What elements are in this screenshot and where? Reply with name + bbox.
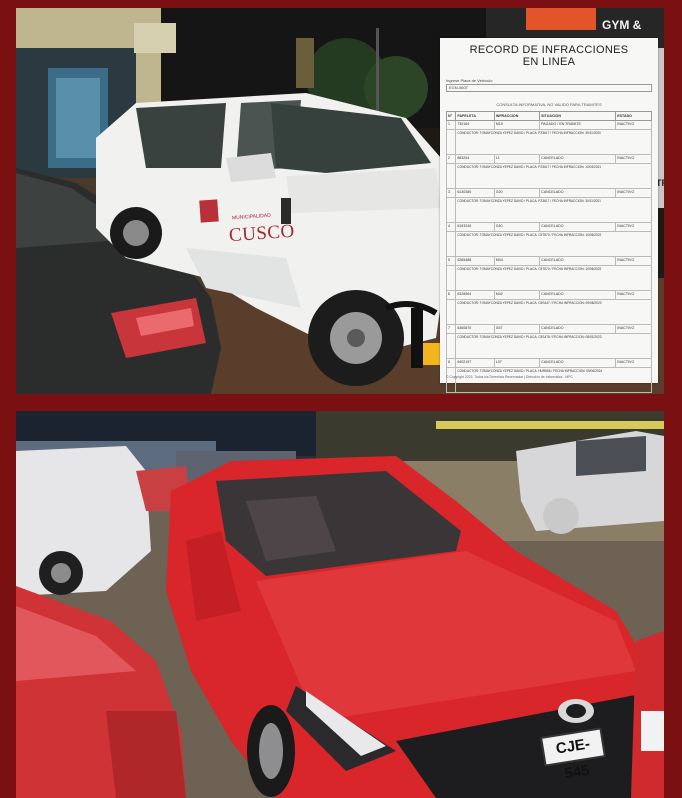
cell-blank	[445, 333, 457, 359]
cell-blank	[445, 197, 457, 223]
doc-title-line1: RECORD DE INFRACCIONES	[469, 44, 629, 56]
table-row: 2 883254 L1 CANCELADO INACTIVO	[445, 154, 652, 164]
cell-n: 1	[445, 120, 457, 130]
cell-blank	[445, 129, 457, 155]
table-row-detail: CONDUCTOR: TOMAYCONZA YEPEZ DAVID / PLAC…	[445, 299, 652, 325]
cell-situacion: CANCELADO	[539, 154, 617, 164]
cell-blank	[445, 265, 457, 291]
table-row: 8 6402197 L07 CANCELADO INACTIVO	[445, 358, 652, 368]
cell-estado: INACTIVO	[615, 188, 652, 198]
doc-plate-query: EGN-060T	[446, 84, 652, 92]
table-row: 7 6360870 G57 CANCELADO INACTIVO	[445, 324, 652, 334]
cell-n: 5	[445, 256, 457, 266]
cell-detail: CONDUCTOR: TOMAYCONZA YEPEZ DAVID / PLAC…	[455, 265, 652, 291]
cell-situacion: PAGADO / EN TRAMITE	[539, 120, 617, 130]
cell-infraccion: L07	[493, 358, 541, 368]
top-photo: GYM & TRA MUNICIPALIDAD CUSCO RECORD DE …	[16, 8, 664, 394]
col-infraccion: INFRACCION	[493, 111, 541, 121]
cell-situacion: CANCELADO	[539, 324, 617, 334]
cell-estado: INACTIVO	[615, 154, 652, 164]
cell-infraccion: G57	[493, 324, 541, 334]
cell-blank	[445, 367, 457, 393]
cell-estado: INACTIVO	[615, 120, 652, 130]
table-row-detail: CONDUCTOR: TOMAYCONZA YEPEZ DAVID / PLAC…	[445, 197, 652, 223]
cell-estado: INACTIVO	[615, 256, 652, 266]
doc-title-line2: EN LINEA	[522, 56, 576, 68]
infraction-record-document: RECORD DE INFRACCIONES EN LINEA Ingrese …	[440, 38, 658, 393]
doc-search: Ingrese Placa de Vehículo EGN-060T	[446, 78, 652, 92]
col-estado: ESTADO	[615, 111, 652, 121]
cell-papeleta: 6265488	[455, 256, 495, 266]
cell-n: 4	[445, 222, 457, 232]
doc-note: CONSULTA INFORMATIVA, NO VALIDO PARA TRA…	[496, 102, 602, 107]
cell-situacion: CANCELADO	[539, 256, 617, 266]
cell-papeleta: 730164	[455, 120, 495, 130]
cell-n: 2	[445, 154, 457, 164]
table-row-detail: CONDUCTOR: TOMAYCONZA YEPEZ DAVID / PLAC…	[445, 231, 652, 257]
doc-search-label: Ingrese Placa de Vehículo	[446, 78, 493, 83]
cell-papeleta: 6360870	[455, 324, 495, 334]
cell-infraccion: M19	[493, 120, 541, 130]
cell-papeleta: 6328564	[455, 290, 495, 300]
gym-sign-text: GYM &	[602, 18, 642, 32]
cell-detail: CONDUCTOR: TOMAYCONZA YEPEZ DAVID / PLAC…	[455, 129, 652, 155]
col-n: N°	[445, 111, 457, 121]
cell-estado: INACTIVO	[615, 358, 652, 368]
doc-title: RECORD DE INFRACCIONES EN LINEA	[440, 44, 658, 68]
cell-detail: CONDUCTOR: TOMAYCONZA YEPEZ DAVID / PLAC…	[455, 231, 652, 257]
cell-situacion: CANCELADO	[539, 188, 617, 198]
cell-infraccion: M42	[493, 290, 541, 300]
table-row: 1 730164 M19 PAGADO / EN TRAMITE INACTIVO	[445, 120, 652, 130]
table-header-row: N° PAPELETA INFRACCION SITUACION ESTADO	[445, 111, 652, 121]
col-situacion: SITUACION	[539, 111, 617, 121]
truck-logo-text: CUSCO	[228, 220, 296, 247]
col-papeleta: PAPELETA	[455, 111, 495, 121]
cell-n: 8	[445, 358, 457, 368]
cell-papeleta: 6193240	[455, 222, 495, 232]
cell-detail: CONDUCTOR: TOMAYCONZA YEPEZ DAVID / PLAC…	[455, 333, 652, 359]
infraction-table: N° PAPELETA INFRACCION SITUACION ESTADO …	[445, 111, 652, 393]
table-row-detail: CONDUCTOR: TOMAYCONZA YEPEZ DAVID / PLAC…	[445, 265, 652, 291]
table-row: 6 6328564 M42 CANCELADO INACTIVO	[445, 290, 652, 300]
cell-n: 7	[445, 324, 457, 334]
cell-infraccion: M04	[493, 256, 541, 266]
cell-detail: CONDUCTOR: TOMAYCONZA YEPEZ DAVID / PLAC…	[455, 367, 652, 393]
cell-detail: CONDUCTOR: TOMAYCONZA YEPEZ DAVID / PLAC…	[455, 197, 652, 223]
cell-infraccion: G40	[493, 222, 541, 232]
table-row: 5 6265488 M04 CANCELADO INACTIVO	[445, 256, 652, 266]
cell-infraccion: L1	[493, 154, 541, 164]
doc-footer: © Copyright 2023. Todos los Derechos Res…	[446, 375, 573, 379]
cell-papeleta: 6402197	[455, 358, 495, 368]
table-row-detail: CONDUCTOR: TOMAYCONZA YEPEZ DAVID / PLAC…	[445, 129, 652, 155]
cell-papeleta: 883254	[455, 154, 495, 164]
cell-estado: INACTIVO	[615, 290, 652, 300]
table-row-detail: CONDUCTOR: TOMAYCONZA YEPEZ DAVID / PLAC…	[445, 333, 652, 359]
cell-situacion: CANCELADO	[539, 358, 617, 368]
cell-blank	[445, 163, 457, 189]
cell-n: 3	[445, 188, 457, 198]
cell-n: 6	[445, 290, 457, 300]
cell-blank	[445, 231, 457, 257]
cell-situacion: CANCELADO	[539, 222, 617, 232]
table-row-detail: CONDUCTOR: TOMAYCONZA YEPEZ DAVID / PLAC…	[445, 367, 652, 393]
table-row: 3 6130380 G20 CANCELADO INACTIVO	[445, 188, 652, 198]
cell-situacion: CANCELADO	[539, 290, 617, 300]
cell-blank	[445, 299, 457, 325]
cell-detail: CONDUCTOR: TOMAYCONZA YEPEZ DAVID / PLAC…	[455, 163, 652, 189]
cell-detail: CONDUCTOR: TOMAYCONZA YEPEZ DAVID / PLAC…	[455, 299, 652, 325]
cell-estado: INACTIVO	[615, 222, 652, 232]
table-row: 4 6193240 G40 CANCELADO INACTIVO	[445, 222, 652, 232]
table-row-detail: CONDUCTOR: TOMAYCONZA YEPEZ DAVID / PLAC…	[445, 163, 652, 189]
cell-infraccion: G20	[493, 188, 541, 198]
cell-papeleta: 6130380	[455, 188, 495, 198]
infraction-table-body: 1 730164 M19 PAGADO / EN TRAMITE INACTIVO CON…	[445, 120, 652, 393]
cell-estado: INACTIVO	[615, 324, 652, 334]
